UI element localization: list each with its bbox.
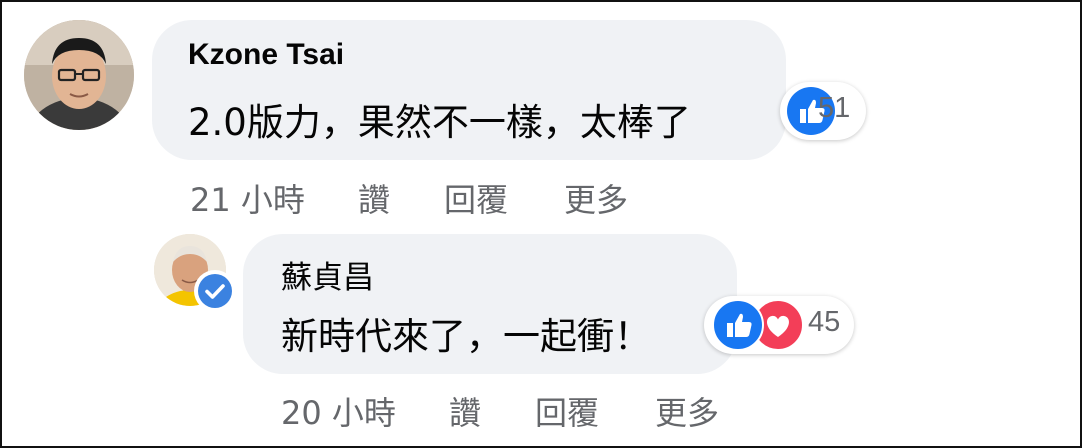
- verified-badge-icon: [194, 270, 236, 312]
- reaction-summary[interactable]: 45: [704, 296, 854, 354]
- person-photo-icon: [24, 20, 134, 130]
- like-button[interactable]: 讚: [449, 388, 481, 434]
- comment-thread: Kzone Tsai 2.0版力，果然不一樣，太棒了 51 21 小時 讚 回覆…: [0, 0, 1082, 448]
- comment-author[interactable]: 蘇貞昌: [281, 252, 374, 297]
- like-button[interactable]: 讚: [358, 175, 390, 221]
- reaction-summary[interactable]: 51: [780, 82, 866, 140]
- comment-text: 新時代來了，一起衝！: [281, 315, 651, 358]
- more-button[interactable]: 更多: [655, 388, 719, 434]
- reply-button[interactable]: 回覆: [535, 388, 599, 434]
- comment-author[interactable]: Kzone Tsai: [188, 38, 344, 72]
- comment-text: 2.0版力，果然不一樣，太棒了: [188, 101, 691, 144]
- comment-bubble: Kzone Tsai 2.0版力，果然不一樣，太棒了: [152, 20, 786, 160]
- avatar[interactable]: [24, 20, 134, 130]
- timestamp[interactable]: 20 小時: [281, 388, 396, 434]
- like-reaction-icon: [712, 299, 764, 351]
- reaction-count: 51: [818, 92, 851, 124]
- comment-actions: 21 小時 讚 回覆 更多: [190, 175, 690, 219]
- reaction-count: 45: [808, 306, 841, 338]
- comment-actions: 20 小時 讚 回覆 更多: [281, 388, 781, 432]
- reply-button[interactable]: 回覆: [444, 175, 508, 221]
- comment-bubble: 蘇貞昌 新時代來了，一起衝！: [243, 234, 737, 374]
- more-button[interactable]: 更多: [564, 175, 628, 221]
- timestamp[interactable]: 21 小時: [190, 175, 305, 221]
